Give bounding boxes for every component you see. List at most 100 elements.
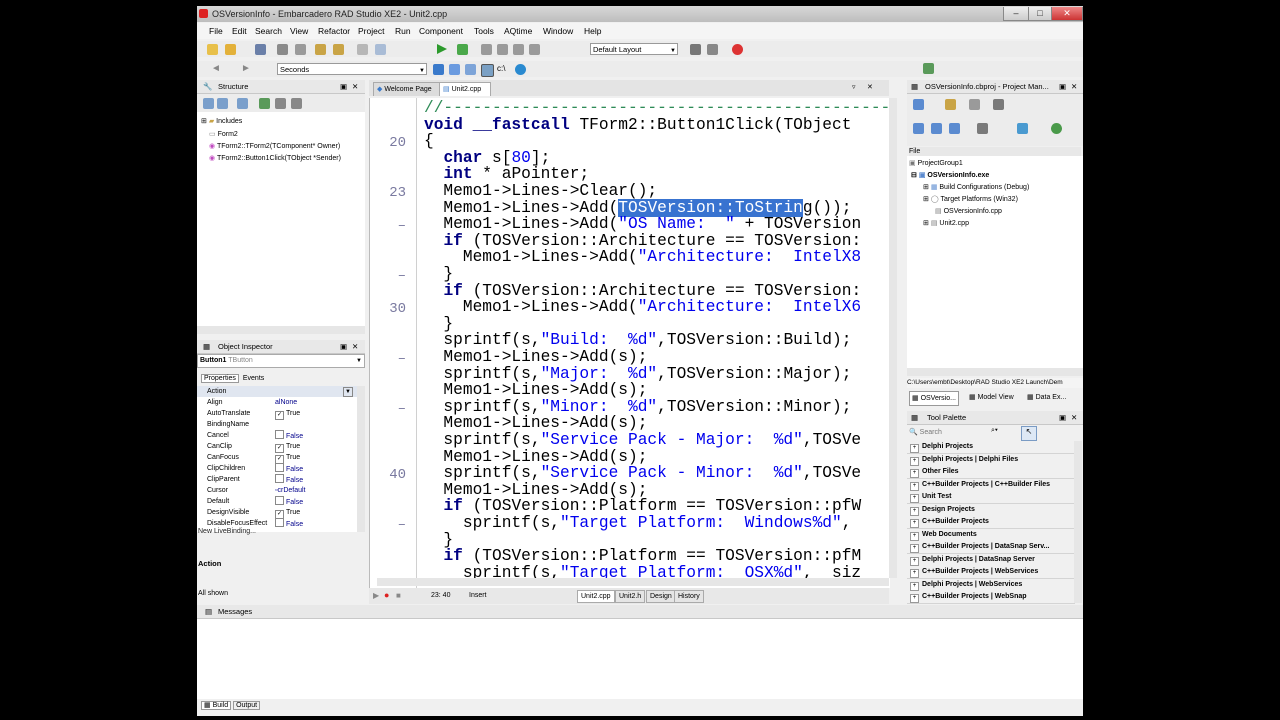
save-icon[interactable] xyxy=(255,44,266,55)
activate-icon[interactable] xyxy=(913,99,924,110)
component-selector[interactable]: Button1 TButton ▼ xyxy=(197,354,365,368)
remove-icon[interactable] xyxy=(969,99,980,110)
options-icon[interactable] xyxy=(993,99,1004,110)
palette-category[interactable]: + Web Documents xyxy=(907,528,1075,542)
editor-vertical-scrollbar[interactable] xyxy=(889,98,897,578)
tool-icon[interactable] xyxy=(465,64,476,75)
expand-icon[interactable] xyxy=(217,98,228,109)
palette-category[interactable]: + C++Builder Projects | WebServices xyxy=(907,566,1075,579)
target-platforms-item[interactable]: ⊞ ◯ Target Platforms (Win32) xyxy=(923,195,1018,203)
run-without-debug-icon[interactable] xyxy=(457,44,468,55)
tab-welcome-page[interactable]: ◆ Welcome Page xyxy=(373,82,443,96)
browse-icon[interactable] xyxy=(433,64,444,75)
sort-icon[interactable] xyxy=(259,98,270,109)
build-icon[interactable] xyxy=(1017,123,1028,134)
add-icon[interactable] xyxy=(945,99,956,110)
code-line[interactable]: sprintf(s,"Minor: %d",TOSVersion::Minor)… xyxy=(424,398,851,416)
tab-properties[interactable]: Properties xyxy=(201,374,239,383)
palette-category[interactable]: + Delphi Projects | DataSnap Server xyxy=(907,553,1075,567)
tab-model-view[interactable]: ▦ Model View xyxy=(969,391,1014,404)
palette-category[interactable]: + Delphi Projects | WebServices xyxy=(907,578,1075,592)
open-project-icon[interactable] xyxy=(315,44,326,55)
code-line[interactable]: char s[80]; xyxy=(424,149,550,167)
options-icon[interactable] xyxy=(275,98,286,109)
palette-category[interactable]: + C++Builder Projects | WebSnap xyxy=(907,591,1075,604)
property-row[interactable]: Align alNone xyxy=(197,397,357,408)
property-row[interactable]: Action ▼ xyxy=(197,386,357,397)
tab-output[interactable]: Output xyxy=(233,701,261,710)
tab-design[interactable]: Design xyxy=(646,590,676,603)
layout-combo[interactable]: Default Layout ▼ xyxy=(590,43,678,55)
palette-category[interactable]: + Unit Test xyxy=(907,491,1075,504)
code-line[interactable]: Memo1->Lines->Add("Architecture: IntelX6 xyxy=(424,299,861,316)
back-icon[interactable]: ◄ xyxy=(211,63,221,74)
checkbox[interactable] xyxy=(275,518,284,527)
menu-aqtime[interactable]: AQtime xyxy=(504,26,532,36)
stop-icon[interactable]: ■ xyxy=(396,591,401,600)
close-panel-icon[interactable]: ✕ xyxy=(352,80,358,93)
command-prompt-icon[interactable]: c:\ xyxy=(497,64,505,73)
property-row[interactable]: AutoTranslate ✓ True xyxy=(197,408,357,420)
pin-icon[interactable]: ▣ xyxy=(340,340,347,353)
property-row[interactable]: Cursor ▫crDefault xyxy=(197,485,357,496)
menu-view[interactable]: View xyxy=(290,26,308,36)
menu-run[interactable]: Run xyxy=(395,26,411,36)
expand-icon[interactable] xyxy=(931,123,942,134)
code-line[interactable]: sprintf(s,"Service Pack - Minor: %d",TOS… xyxy=(424,465,861,482)
refresh-icon[interactable] xyxy=(1051,123,1062,134)
property-row[interactable]: Cancel False xyxy=(197,430,357,441)
code-line[interactable]: Memo1->Lines->Add(s); xyxy=(424,415,647,432)
tab-history[interactable]: History xyxy=(674,590,704,603)
build-configurations-item[interactable]: ⊞ ▦ Build Configurations (Debug) xyxy=(923,183,1029,191)
refresh-icon[interactable] xyxy=(291,98,302,109)
tab-osversion[interactable]: ▦ OSVersio... xyxy=(909,391,959,406)
tab-unit2-cpp[interactable]: ▤ Unit2.cpp xyxy=(439,82,491,96)
seconds-combo[interactable]: Seconds ▼ xyxy=(277,63,427,75)
code-line[interactable]: if (TOSVersion::Architecture == TOSVersi… xyxy=(424,282,861,300)
code-editor[interactable]: 20 23 – – 30 – – 40 – //------------------------… xyxy=(369,98,890,588)
property-row[interactable]: BindingName xyxy=(197,419,357,430)
palette-filter-icon[interactable]: ⌕▾ xyxy=(991,427,998,435)
remove-from-project-icon[interactable] xyxy=(357,44,368,55)
code-line[interactable]: Memo1->Lines->Add("Architecture: IntelX8 xyxy=(424,249,861,266)
property-scrollbar[interactable] xyxy=(357,386,365,532)
palette-category[interactable]: + Design Projects xyxy=(907,503,1075,517)
property-row[interactable]: CanFocus ✓ True xyxy=(197,452,357,464)
tab-build[interactable]: ▦ Build xyxy=(201,701,232,710)
pin-icon[interactable]: ▣ xyxy=(340,80,347,93)
tab-unit2-cpp-bottom[interactable]: Unit2.cpp xyxy=(577,590,615,603)
project-group-item[interactable]: ▣ ProjectGroup1 xyxy=(909,159,963,167)
structure-item[interactable]: ⊞ ▰ Includes xyxy=(201,117,242,125)
code-line[interactable]: } xyxy=(424,315,453,333)
tab-list-icon[interactable]: ▿ xyxy=(852,83,856,91)
menu-search[interactable]: Search xyxy=(255,26,282,36)
code-line[interactable]: if (TOSVersion::Architecture == TOSVersi… xyxy=(424,232,861,250)
property-row[interactable]: ClipParent False xyxy=(197,474,357,485)
structure-scrollbar[interactable] xyxy=(197,326,365,334)
code-line[interactable]: void __fastcall TForm2::Button1Click(TOb… xyxy=(424,116,851,134)
minimize-icon[interactable]: – xyxy=(1003,7,1029,21)
forward-icon[interactable]: ► xyxy=(241,63,251,74)
palette-category[interactable]: + Other Files xyxy=(907,466,1075,479)
property-row[interactable]: ClipChildren False xyxy=(197,463,357,474)
checkbox[interactable] xyxy=(275,463,284,472)
code-line[interactable]: Memo1->Lines->Add(s); xyxy=(424,349,647,366)
menu-refactor[interactable]: Refactor xyxy=(318,26,350,36)
code-line[interactable]: Memo1->Lines->Add(s); xyxy=(424,382,647,399)
code-line[interactable]: sprintf(s,"Service Pack - Major: %d",TOS… xyxy=(424,432,861,449)
record-icon[interactable]: ● xyxy=(384,590,389,600)
view-icon[interactable] xyxy=(977,123,988,134)
code-line[interactable]: } xyxy=(424,266,453,283)
code-line[interactable]: Memo1->Lines->Add(s); xyxy=(424,481,647,499)
tab-events[interactable]: Events xyxy=(241,375,266,382)
menu-tools[interactable]: Tools xyxy=(474,26,494,36)
code-line[interactable]: sprintf(s,"Build: %d",TOSVersion::Build)… xyxy=(424,332,851,349)
close-file-icon[interactable] xyxy=(295,44,306,55)
checkbox[interactable] xyxy=(275,474,284,483)
source-file-item[interactable]: ▤ OSVersionInfo.cpp xyxy=(935,207,1002,215)
palette-scrollbar[interactable] xyxy=(1074,441,1082,603)
menu-project[interactable]: Project xyxy=(358,26,384,36)
checkbox[interactable] xyxy=(275,430,284,439)
code-line[interactable]: int * aPointer; xyxy=(424,166,589,183)
pointer-tool-icon[interactable]: ↖ xyxy=(1021,426,1037,441)
